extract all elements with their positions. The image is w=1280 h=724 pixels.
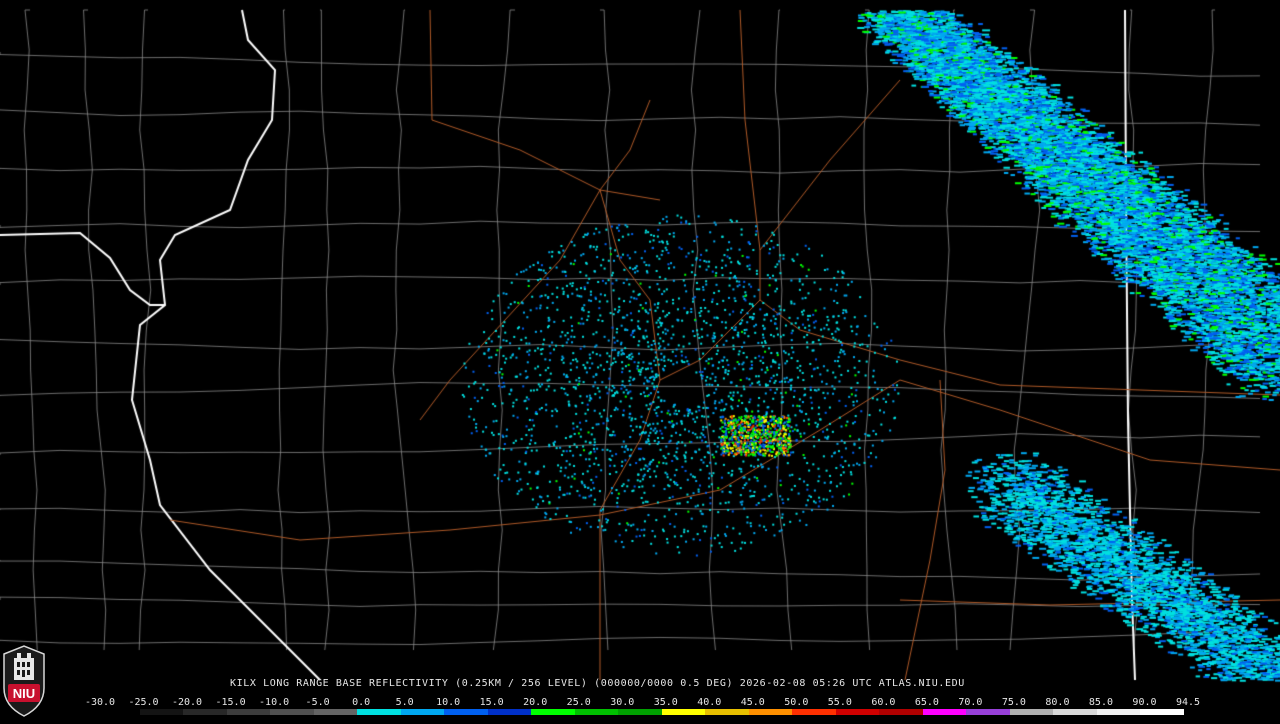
colorbar-label: 45.0 (740, 697, 765, 708)
colorbar-labels: -30.0 -25.0 -20.0 -15.0 -10.0 -5.0 0.0 5.0 10.0 1… (85, 697, 1200, 708)
colorbar-swatch (1053, 709, 1097, 715)
colorbar-label: -20.0 (171, 697, 203, 708)
product-title: KILX LONG RANGE BASE REFLECTIVITY (0.25K… (230, 678, 965, 689)
colorbar-swatch (922, 709, 967, 715)
colorbar-label: 75.0 (1001, 697, 1026, 708)
colorbar-label: 50.0 (784, 697, 809, 708)
colorbar-label: 94.5 (1175, 697, 1201, 708)
colorbar-swatch (1009, 709, 1054, 715)
colorbar-label: 10.0 (436, 697, 461, 708)
colorbar-swatch (705, 709, 749, 715)
colorbar-swatch (400, 709, 445, 715)
colorbar-label: -25.0 (128, 697, 159, 708)
colorbar-swatch (96, 709, 140, 715)
colorbar-swatch (748, 709, 793, 715)
colorbar-label: 25.0 (566, 697, 591, 708)
colorbar-label: 40.0 (697, 697, 722, 708)
colorbar-swatch (574, 709, 619, 715)
colorbar-swatch (1096, 709, 1141, 715)
niu-logo: NIU (0, 644, 48, 720)
colorbar-label: 30.0 (610, 697, 635, 708)
colorbar-swatch (487, 709, 532, 715)
niu-logo-icon: NIU (3, 645, 45, 717)
colorbar-swatch (1140, 709, 1184, 715)
colorbar-swatch (792, 709, 836, 715)
colorbar-swatch (966, 709, 1010, 715)
colorbar-swatch (835, 709, 880, 715)
colorbar-label: 90.0 (1132, 697, 1157, 708)
colorbar (96, 709, 1184, 715)
colorbar-label: -30.0 (84, 697, 116, 708)
colorbar-label: 70.0 (958, 697, 983, 708)
colorbar-label: -15.0 (215, 697, 246, 708)
colorbar-label: 5.0 (395, 697, 414, 708)
colorbar-label: 0.0 (352, 697, 371, 708)
colorbar-label: 65.0 (914, 697, 939, 708)
colorbar-label: 20.0 (523, 697, 548, 708)
colorbar-swatch (444, 709, 488, 715)
colorbar-swatch (226, 709, 271, 715)
colorbar-label: 60.0 (871, 697, 896, 708)
niu-logo-text: NIU (13, 686, 35, 701)
colorbar-label: 80.0 (1045, 697, 1070, 708)
colorbar-label: 35.0 (653, 697, 678, 708)
colorbar-swatch (183, 709, 227, 715)
radar-map (0, 0, 1280, 720)
colorbar-swatch (661, 709, 706, 715)
colorbar-swatch (139, 709, 184, 715)
colorbar-swatch (357, 709, 401, 715)
colorbar-label: -10.0 (259, 697, 290, 708)
colorbar-swatch (313, 709, 358, 715)
colorbar-label: 55.0 (827, 697, 852, 708)
colorbar-swatch (618, 709, 662, 715)
colorbar-swatch (270, 709, 314, 715)
colorbar-label: 15.0 (479, 697, 504, 708)
colorbar-label: 85.0 (1088, 697, 1113, 708)
colorbar-swatch (531, 709, 575, 715)
colorbar-swatch (879, 709, 923, 715)
colorbar-label: -5.0 (305, 697, 330, 708)
